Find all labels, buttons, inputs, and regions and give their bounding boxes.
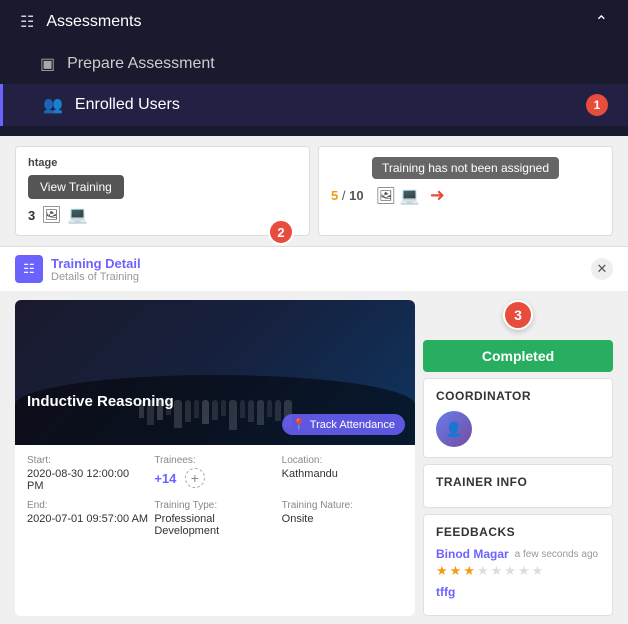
detail-panel-icon: ☷ xyxy=(15,255,43,283)
feedbacks-section: FEEDBACKS Binod Magar a few seconds ago … xyxy=(423,514,613,616)
prepare-assessment-item[interactable]: ▣ Prepare Assessment xyxy=(0,44,628,84)
star-4: ★ xyxy=(477,563,489,579)
card1-icons: 3 🖼 💻 xyxy=(28,205,297,225)
close-panel-button[interactable]: ✕ xyxy=(591,258,613,280)
right-panel: 3 Completed COORDINATOR 👤 TRAINER INFO F… xyxy=(423,300,613,616)
monitor2-icon: 🖼 xyxy=(376,186,396,206)
step-3-badge: 3 xyxy=(503,300,533,330)
chevron-up-icon: ⌃ xyxy=(595,12,608,32)
step-number-2: 2 xyxy=(268,219,294,245)
feedback-item-2: tffg xyxy=(436,585,600,599)
meta-location: Location: Kathmandu xyxy=(282,455,403,492)
coordinator-title: COORDINATOR xyxy=(436,389,600,403)
card1-title: htage xyxy=(28,157,297,169)
card1-number: 3 xyxy=(28,208,35,223)
meta-trainees: Trainees: +14 + xyxy=(154,455,275,492)
star-8: ★ xyxy=(532,563,544,579)
meta-end: End: 2020-07-01 09:57:00 AM xyxy=(27,500,148,537)
enrolled-users-label: Enrolled Users xyxy=(75,96,180,114)
step-card-2: Training has not been assigned 5 / 10 🖼 … xyxy=(318,146,613,236)
screen-icon: 💻 xyxy=(68,205,88,225)
step-card-1: htage View Training 3 🖼 💻 2 xyxy=(15,146,310,236)
monitor-icon: 🖼 xyxy=(41,205,61,225)
enrolled-users-item[interactable]: 👥 Enrolled Users 1 xyxy=(0,84,628,126)
star-2: ★ xyxy=(450,563,462,579)
track-attendance-button[interactable]: 📍 Track Attendance xyxy=(282,414,405,435)
steps-row: htage View Training 3 🖼 💻 2 Training has… xyxy=(0,136,628,246)
assessments-label: Assessments xyxy=(46,13,141,31)
view-training-button[interactable]: View Training xyxy=(28,175,124,199)
feedback-item-1: Binod Magar a few seconds ago ★ ★ ★ ★ ★ … xyxy=(436,547,600,579)
screen2-icon: 💻 xyxy=(400,186,420,206)
training-card: Inductive Reasoning 📍 Track Attendance S… xyxy=(15,300,415,616)
star-3: ★ xyxy=(463,563,475,579)
prepare-assessment-label: Prepare Assessment xyxy=(67,55,215,73)
feedbacks-title: FEEDBACKS xyxy=(436,525,600,539)
assessments-header[interactable]: ☷ Assessments ⌃ xyxy=(0,0,628,44)
star-5: ★ xyxy=(491,563,503,579)
top-nav: ☷ Assessments ⌃ ▣ Prepare Assessment 👥 E… xyxy=(0,0,628,136)
star-6: ★ xyxy=(504,563,516,579)
enrolled-users-badge: 1 xyxy=(586,94,608,116)
star-1: ★ xyxy=(436,563,448,579)
trainer-info-section: TRAINER INFO xyxy=(423,464,613,508)
meta-training-nature: Training Nature: Onsite xyxy=(282,500,403,537)
meta-training-type: Training Type: Professional Development xyxy=(154,500,275,537)
detail-panel-header: ☷ Training Detail Details of Training ✕ xyxy=(0,246,628,292)
detail-panel-subtitle: Details of Training xyxy=(51,271,141,283)
training-title: Inductive Reasoning xyxy=(27,393,174,410)
meta-start: Start: 2020-08-30 12:00:00 PM xyxy=(27,455,148,492)
trainer-info-title: TRAINER INFO xyxy=(436,475,600,489)
feedback-time-1: a few seconds ago xyxy=(515,549,598,560)
arrow-icon: ➜ xyxy=(430,185,445,206)
detail-panel-title: Training Detail xyxy=(51,256,141,271)
prepare-assessment-icon: ▣ xyxy=(40,54,55,74)
feedback-stars-1: ★ ★ ★ ★ ★ ★ ★ ★ xyxy=(436,563,600,579)
not-assigned-badge: Training has not been assigned xyxy=(372,157,559,179)
trainees-count: +14 xyxy=(154,471,176,486)
feedback-name-1: Binod Magar xyxy=(436,547,509,561)
training-meta: Start: 2020-08-30 12:00:00 PM Trainees: … xyxy=(15,445,415,547)
coordinator-avatar: 👤 xyxy=(436,411,472,447)
assessments-icon: ☷ xyxy=(20,12,34,32)
feedback-name-2: tffg xyxy=(436,585,455,599)
main-content: Inductive Reasoning 📍 Track Attendance S… xyxy=(0,292,628,624)
add-trainee-button[interactable]: + xyxy=(185,468,205,488)
enrolled-users-icon: 👥 xyxy=(43,95,63,115)
location-pin-icon: 📍 xyxy=(292,418,306,431)
fraction-display: 5 / 10 xyxy=(331,188,364,203)
coordinator-section: COORDINATOR 👤 xyxy=(423,378,613,458)
training-image: Inductive Reasoning 📍 Track Attendance xyxy=(15,300,415,445)
star-7: ★ xyxy=(518,563,530,579)
status-completed: Completed xyxy=(423,340,613,372)
